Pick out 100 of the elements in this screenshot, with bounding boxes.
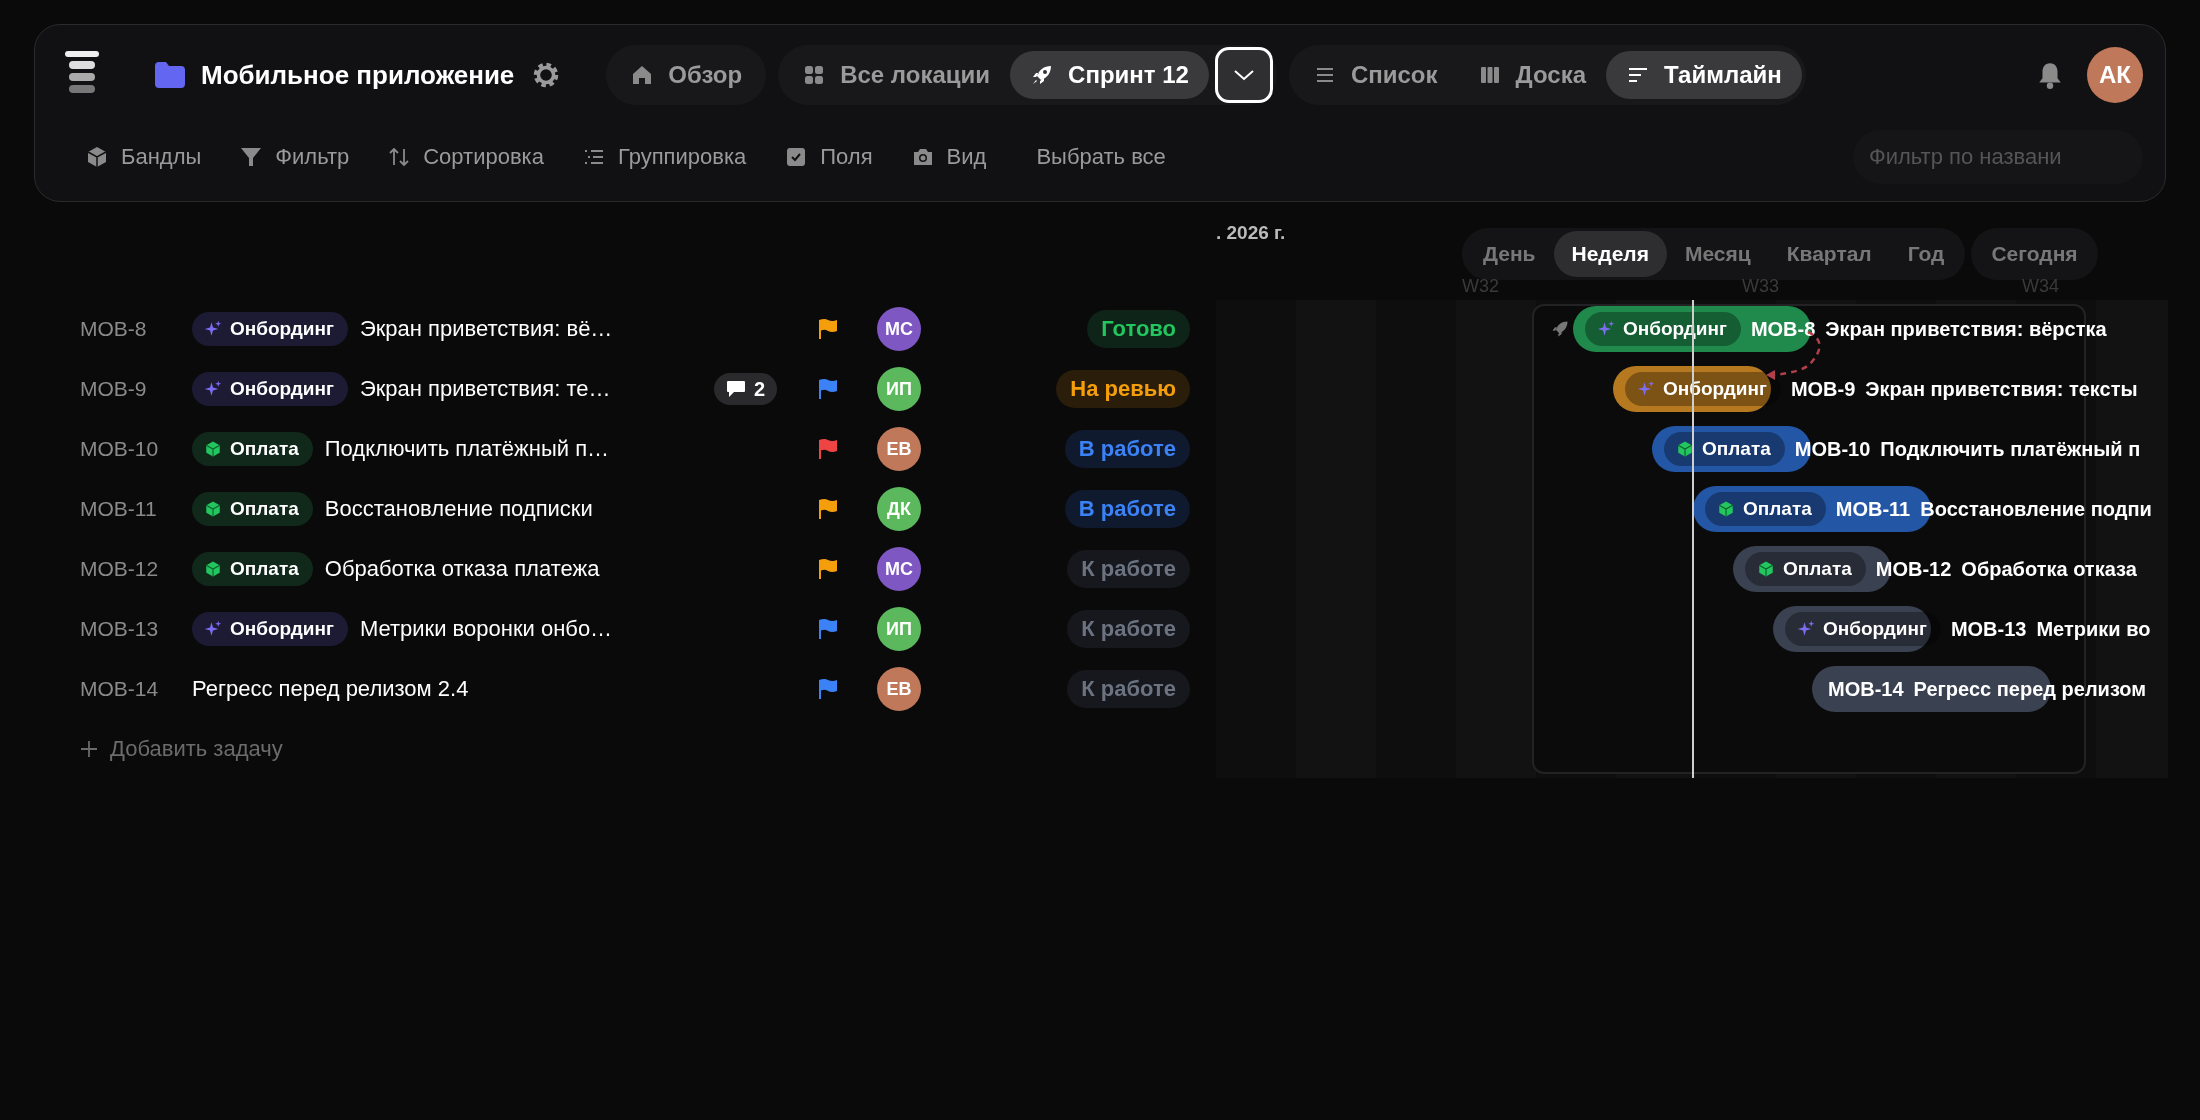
scale-tab[interactable]: Месяц xyxy=(1666,231,1769,277)
assignee-avatar[interactable]: ЕВ xyxy=(877,667,921,711)
cube-icon xyxy=(204,500,222,518)
toolbar-button[interactable]: Вид xyxy=(910,144,987,170)
bar-title: Экран приветствия: вёрстка xyxy=(1825,317,2107,341)
task-title[interactable]: Подключить платёжный п… xyxy=(324,436,610,462)
today-button[interactable]: Сегодня xyxy=(1971,228,2098,280)
bar-title: Подключить платёжный п xyxy=(1880,437,2141,461)
filter-input[interactable]: Фильтр по названи xyxy=(1853,130,2143,184)
settings-icon[interactable] xyxy=(532,61,561,89)
priority-flag-icon[interactable] xyxy=(817,558,839,580)
status-badge[interactable]: К работе xyxy=(1067,610,1190,648)
sparkle-icon xyxy=(1797,620,1815,638)
project-title: Мобильное приложение xyxy=(201,59,515,91)
toolbar-button[interactable]: Группировка xyxy=(581,144,747,170)
task-title[interactable]: Регресс перед релизом 2.4 xyxy=(192,676,469,702)
toolbar-button[interactable]: Сортировка xyxy=(387,144,544,170)
dropdown-button[interactable] xyxy=(1214,47,1273,103)
tag-chip: Оплата xyxy=(1664,432,1785,466)
cube-icon xyxy=(204,560,222,578)
scale-tab[interactable]: День xyxy=(1465,231,1554,277)
task-title[interactable]: Восстановление подписки xyxy=(324,496,593,522)
rocket-icon xyxy=(1550,319,1570,339)
bar-title: Метрики во xyxy=(2036,617,2151,641)
bar-task-id: MOB-14 xyxy=(1828,677,1904,701)
cube-icon xyxy=(1717,500,1735,518)
tag-chip: Оплата xyxy=(192,432,313,466)
assignee-avatar[interactable]: МС xyxy=(877,307,921,351)
task-title[interactable]: Экран приветствия: вё… xyxy=(359,316,613,342)
priority-flag-icon[interactable] xyxy=(817,378,839,400)
nav-tab[interactable]: Список xyxy=(1292,51,1458,99)
nav-tab[interactable]: Доска xyxy=(1457,51,1606,99)
task-id: MOB-8 xyxy=(80,317,148,341)
bar-title: Регресс перед релизом xyxy=(1913,677,2147,701)
tag-chip: Онбординг xyxy=(192,372,348,406)
priority-flag-icon[interactable] xyxy=(817,498,839,520)
task-title[interactable]: Метрики воронки онбо… xyxy=(359,616,613,642)
user-avatar[interactable]: АК xyxy=(2087,47,2143,103)
status-badge[interactable]: К работе xyxy=(1067,550,1190,588)
cube-icon xyxy=(1757,560,1775,578)
priority-flag-icon[interactable] xyxy=(817,618,839,640)
status-badge[interactable]: В работе xyxy=(1064,430,1190,468)
toolbar-button[interactable]: Поля xyxy=(784,144,873,170)
comment-icon xyxy=(726,380,746,398)
task-id: MOB-14 xyxy=(80,677,160,701)
toolbar-button[interactable]: Фильтр xyxy=(239,144,350,170)
tag-chip: Оплата xyxy=(192,552,313,586)
chevron-down-icon xyxy=(1232,69,1255,81)
assignee-avatar[interactable]: ЕВ xyxy=(877,427,921,471)
add-task-button[interactable]: Добавить задачу xyxy=(80,719,283,779)
cube-icon xyxy=(204,440,222,458)
tag-chip: Онбординг xyxy=(192,612,348,646)
task-id: MOB-10 xyxy=(80,437,160,461)
sparkle-icon xyxy=(204,320,222,338)
status-badge[interactable]: На ревью xyxy=(1056,370,1190,408)
comment-count[interactable]: 2 xyxy=(714,373,778,405)
nav-tab[interactable]: Спринт 12 xyxy=(1010,51,1209,99)
priority-flag-icon[interactable] xyxy=(817,318,839,340)
bar-task-id: MOB-11 xyxy=(1835,497,1911,521)
nav-tab[interactable]: Таймлайн xyxy=(1606,51,1802,99)
tag-chip: Онбординг xyxy=(192,312,348,346)
select-all-button[interactable]: Выбрать все xyxy=(1036,144,1166,170)
bar-title: Обработка отказа xyxy=(1961,557,2137,581)
bar-task-id: MOB-9 xyxy=(1790,377,1856,401)
scale-tab[interactable]: Год xyxy=(1889,231,1963,277)
sparkle-icon xyxy=(204,380,222,398)
cube-icon xyxy=(85,145,109,169)
cube-icon xyxy=(1676,440,1694,458)
task-title[interactable]: Экран приветствия: те… xyxy=(359,376,611,402)
status-badge[interactable]: В работе xyxy=(1064,490,1190,528)
tag-chip: Онбординг xyxy=(1785,612,1941,646)
priority-flag-icon[interactable] xyxy=(817,678,839,700)
sparkle-icon xyxy=(1597,320,1615,338)
status-badge[interactable]: Готово xyxy=(1087,310,1190,348)
tag-chip: Оплата xyxy=(1705,492,1826,526)
filter-icon xyxy=(239,145,264,169)
sparkle-icon xyxy=(204,620,222,638)
bar-task-id: MOB-12 xyxy=(1875,557,1952,581)
task-id: MOB-9 xyxy=(80,377,148,401)
task-title[interactable]: Обработка отказа платежа xyxy=(324,556,600,582)
toolbar-button[interactable]: Бандлы xyxy=(85,144,202,170)
sort-icon xyxy=(387,145,412,169)
task-id: MOB-13 xyxy=(80,617,160,641)
bar-title: Экран приветствия: тексты xyxy=(1865,377,2138,401)
scale-tab[interactable]: Квартал xyxy=(1768,231,1890,277)
task-id: MOB-11 xyxy=(80,497,158,521)
timeline-bar[interactable] xyxy=(1773,606,1931,652)
plus-icon xyxy=(80,740,98,758)
nav-tab[interactable]: Все локации xyxy=(782,51,1011,99)
tag-chip: Оплата xyxy=(1745,552,1866,586)
folder-icon xyxy=(155,62,185,88)
date-label: . 2026 г. xyxy=(1216,222,1286,244)
task-id: MOB-12 xyxy=(80,557,160,581)
assignee-avatar[interactable]: МС xyxy=(877,547,921,591)
status-badge[interactable]: К работе xyxy=(1067,670,1190,708)
sparkle-icon xyxy=(1637,380,1655,398)
priority-flag-icon[interactable] xyxy=(817,438,839,460)
bar-task-id: MOB-13 xyxy=(1950,617,2027,641)
bell-icon[interactable] xyxy=(2037,61,2063,89)
scale-tab[interactable]: Неделя xyxy=(1553,231,1667,277)
